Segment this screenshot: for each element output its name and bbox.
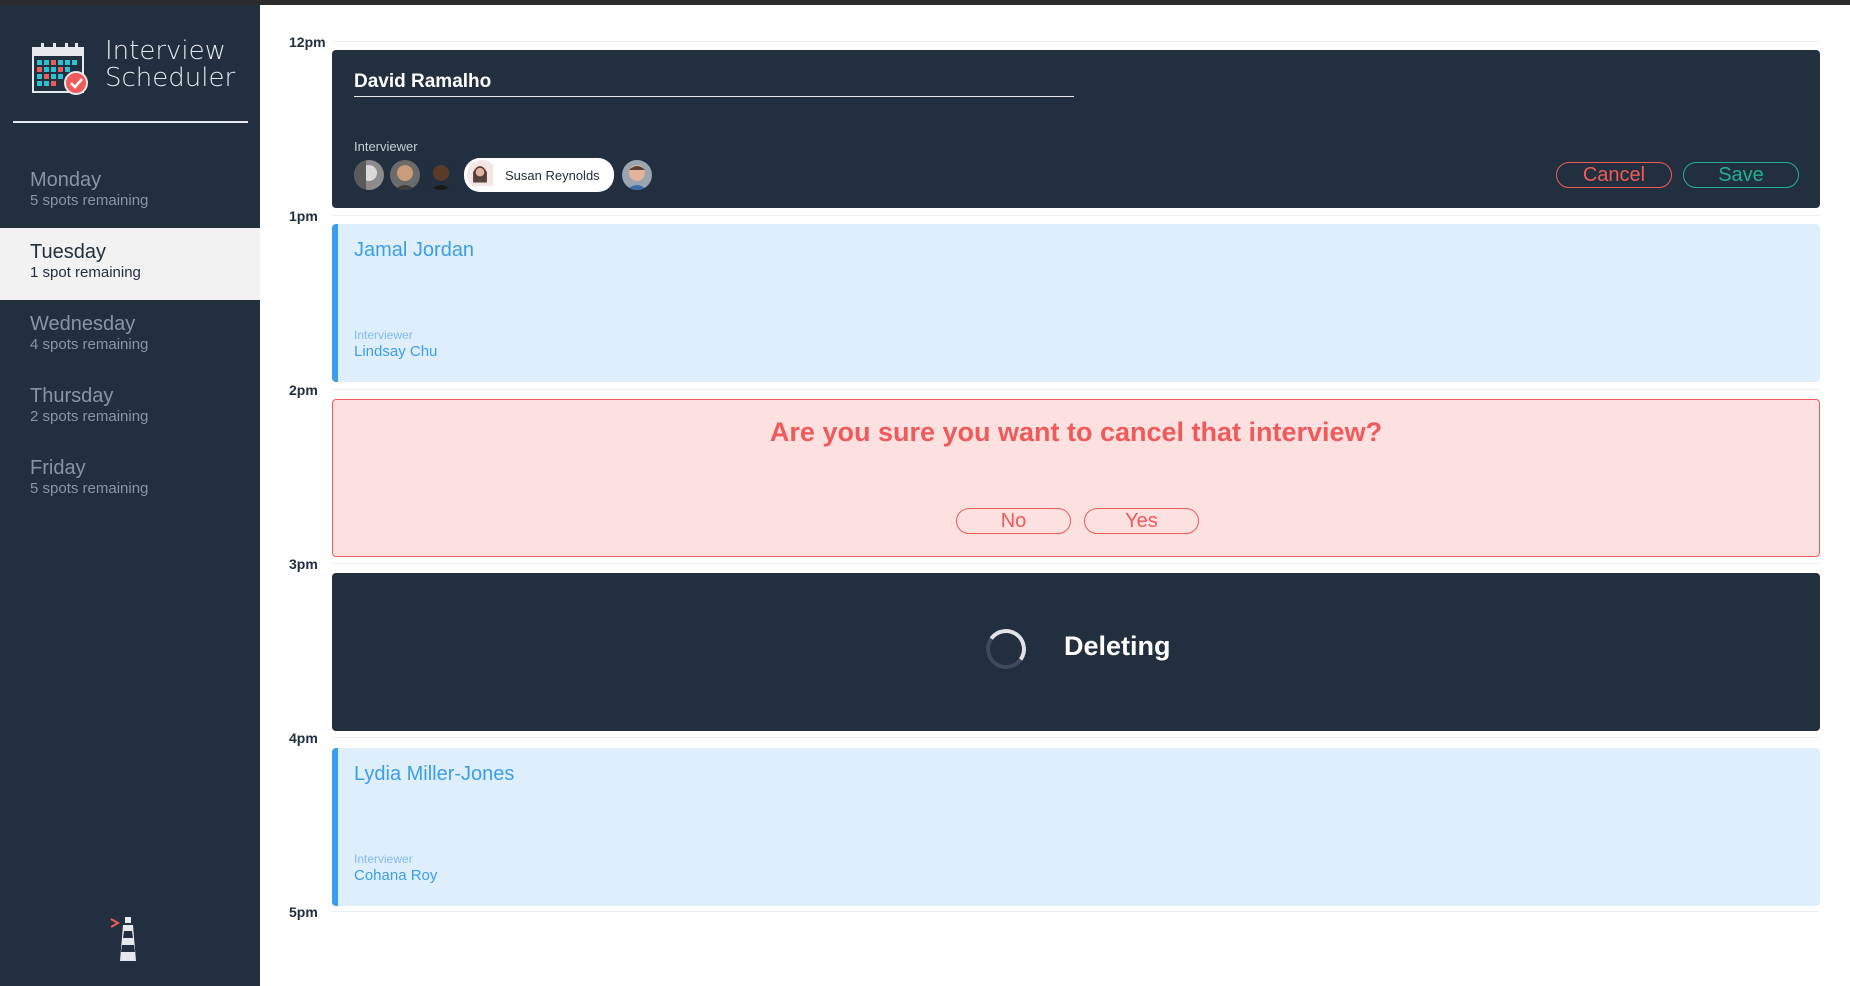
appointment-form: Interviewer Susan Reyn xyxy=(332,50,1820,208)
hour-line xyxy=(332,563,1820,564)
day-item-monday[interactable]: Monday 5 spots remaining xyxy=(0,156,260,228)
hour-line xyxy=(332,215,1820,216)
avatar xyxy=(621,160,652,190)
interviewer-label: Interviewer xyxy=(354,852,413,866)
status-deleting: Deleting xyxy=(332,573,1820,731)
day-item-friday[interactable]: Friday 5 spots remaining xyxy=(0,444,260,516)
interviewer-option-selected[interactable]: Susan Reynolds xyxy=(464,158,614,192)
confirm-no-button[interactable]: No xyxy=(956,508,1071,534)
student-name: Lydia Miller-Jones xyxy=(354,763,515,785)
hour-line xyxy=(332,737,1820,738)
hour-line xyxy=(332,389,1820,390)
hour-label: 5pm xyxy=(289,904,318,920)
hour-line xyxy=(332,911,1820,912)
interviewer-option[interactable] xyxy=(390,160,420,190)
schedule: 12pm Interviewer xyxy=(260,5,1850,986)
interviewer-list-label: Interviewer xyxy=(354,139,418,154)
save-button[interactable]: Save xyxy=(1683,162,1799,188)
day-name: Friday xyxy=(30,457,86,479)
interviewer-option[interactable] xyxy=(354,160,384,190)
interviewer-name: Cohana Roy xyxy=(354,867,438,884)
avatar xyxy=(390,160,420,190)
app-title-line2: Scheduler xyxy=(105,63,236,93)
confirm-delete: Are you sure you want to cancel that int… xyxy=(332,399,1820,557)
lighthouse-icon xyxy=(110,917,136,961)
avatar xyxy=(354,160,384,190)
brand: Interview Scheduler xyxy=(31,38,235,98)
hour-label: 2pm xyxy=(289,382,318,398)
day-item-wednesday[interactable]: Wednesday 4 spots remaining xyxy=(0,300,260,372)
appointment-card[interactable]: Lydia Miller-Jones Interviewer Cohana Ro… xyxy=(332,748,1820,906)
hour-label: 3pm xyxy=(289,556,318,572)
day-spots: 5 spots remaining xyxy=(30,480,149,497)
app-title-line1: Interview xyxy=(105,36,226,66)
student-name: Jamal Jordan xyxy=(354,239,475,261)
sidebar: Interview Scheduler Monday 5 spots remai… xyxy=(0,5,260,986)
appointment-card[interactable]: Jamal Jordan Interviewer Lindsay Chu xyxy=(332,224,1820,382)
app-title: Interview Scheduler xyxy=(105,38,235,92)
student-name-input[interactable] xyxy=(354,68,1074,97)
hour-line xyxy=(332,41,1820,42)
day-name: Monday xyxy=(30,169,102,191)
sidebar-divider xyxy=(13,121,248,123)
interviewer-label: Interviewer xyxy=(354,328,413,342)
confirm-message: Are you sure you want to cancel that int… xyxy=(769,417,1383,447)
interviewer-name: Lindsay Chu xyxy=(354,343,438,360)
day-spots: 4 spots remaining xyxy=(30,336,149,353)
interviewer-name: Susan Reynolds xyxy=(505,167,600,183)
day-name: Wednesday xyxy=(30,313,136,335)
avatar xyxy=(467,160,497,190)
status-message: Deleting xyxy=(1064,631,1171,661)
day-name: Thursday xyxy=(30,385,114,407)
calendar-check-icon xyxy=(32,43,88,95)
day-list: Monday 5 spots remaining Tuesday 1 spot … xyxy=(0,156,260,516)
avatar xyxy=(426,160,456,190)
cancel-button[interactable]: Cancel xyxy=(1556,162,1672,188)
day-item-thursday[interactable]: Thursday 2 spots remaining xyxy=(0,372,260,444)
interviewer-list: Susan Reynolds xyxy=(354,158,658,192)
day-spots: 2 spots remaining xyxy=(30,408,149,425)
interviewer-option[interactable] xyxy=(621,160,652,190)
day-spots: 5 spots remaining xyxy=(30,192,149,209)
confirm-yes-button[interactable]: Yes xyxy=(1084,508,1199,534)
interviewer-option[interactable] xyxy=(426,160,456,190)
hour-label: 4pm xyxy=(289,730,318,746)
hour-label: 12pm xyxy=(289,34,326,50)
day-item-tuesday[interactable]: Tuesday 1 spot remaining xyxy=(0,228,260,300)
hour-label: 1pm xyxy=(289,208,318,224)
day-spots: 1 spot remaining xyxy=(30,264,141,281)
spinner-icon xyxy=(982,625,1030,673)
day-name: Tuesday xyxy=(30,241,106,263)
